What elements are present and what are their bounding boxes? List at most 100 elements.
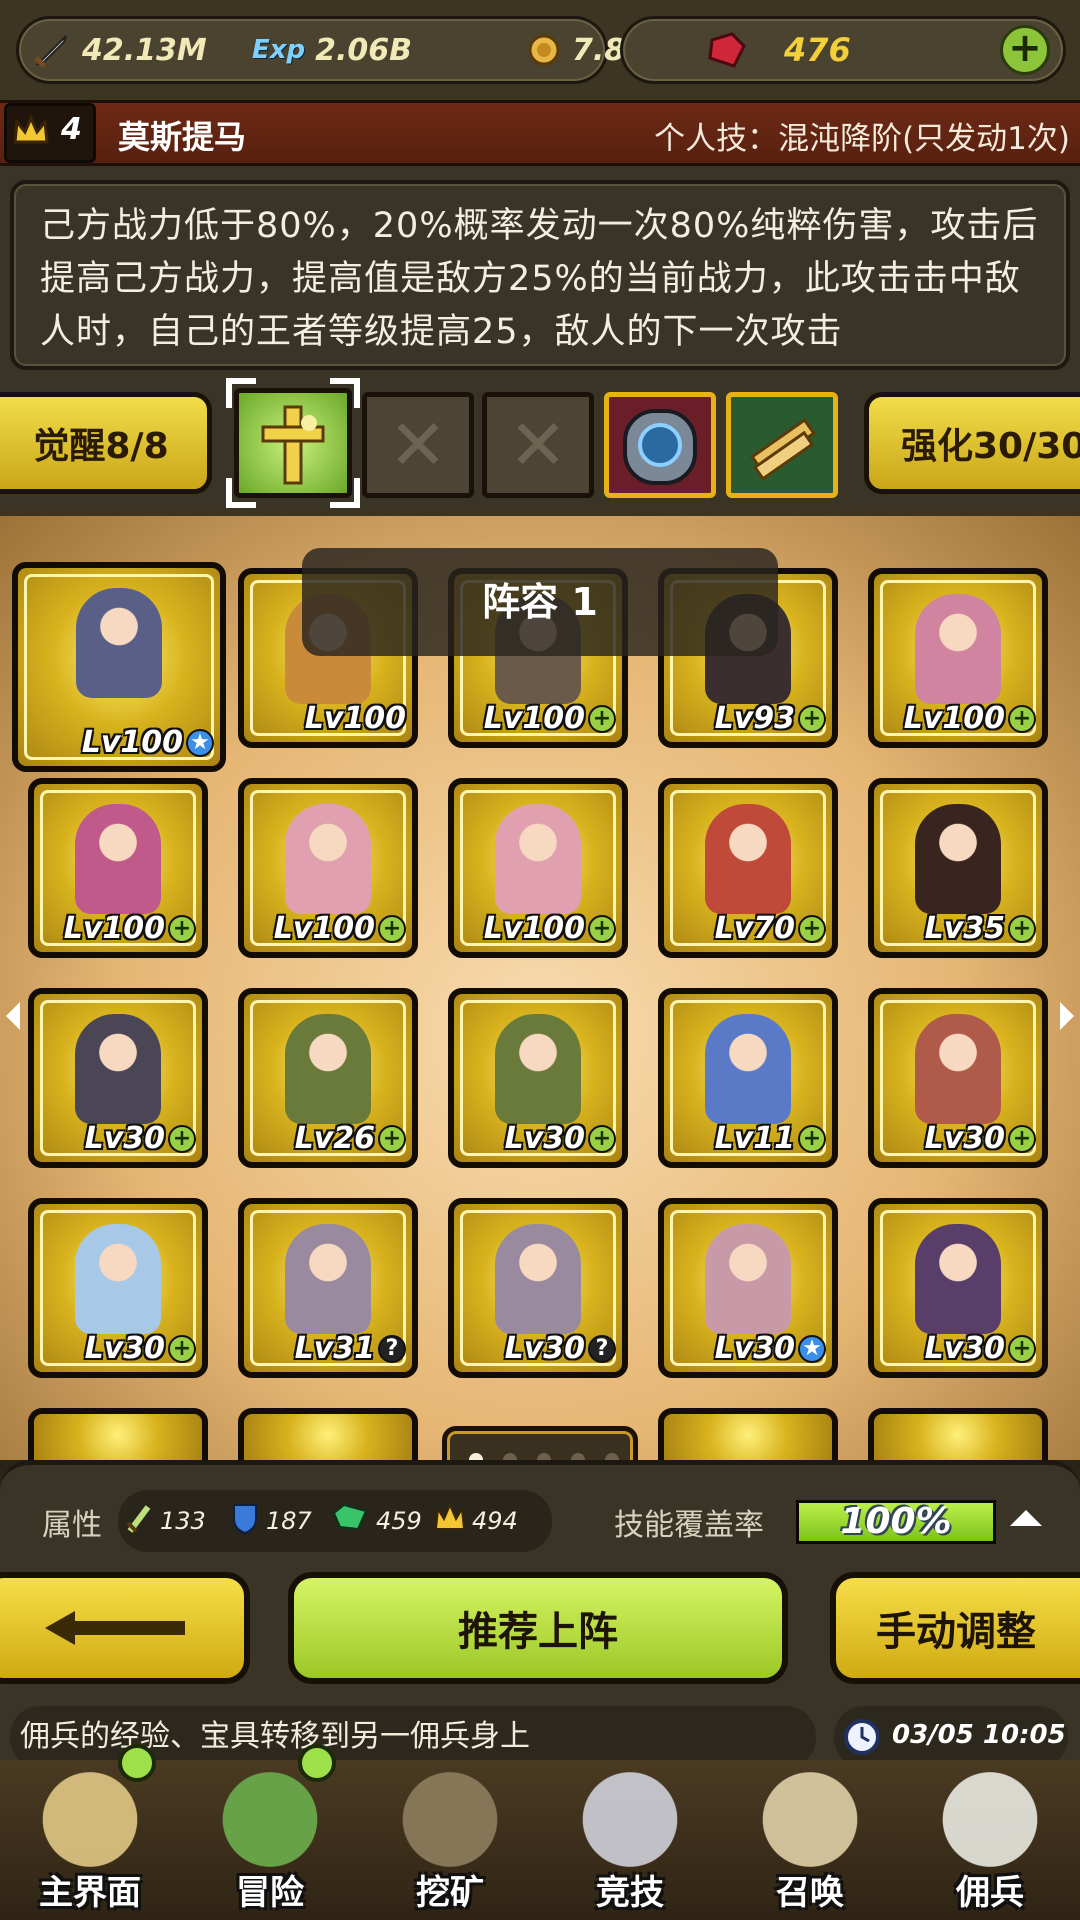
- mercenary-card[interactable]: Lv26 +: [238, 988, 418, 1168]
- mercenary-level: Lv70 +: [715, 911, 826, 946]
- mercenary-card-partial[interactable]: [658, 1408, 838, 1460]
- sword-stat-icon: [124, 1501, 154, 1541]
- previous-page-arrow[interactable]: [6, 1002, 20, 1030]
- upgrade-plus-icon: +: [168, 914, 196, 943]
- mercenary-card[interactable]: Lv100 +: [868, 568, 1048, 748]
- mercenary-portrait: [495, 1224, 581, 1334]
- skill-description-panel: 己方战力低于80%，20%概率发动一次80%纯粹伤害，攻击后提高己方战力，提高值…: [10, 180, 1070, 370]
- mercenary-portrait: [75, 1224, 161, 1334]
- sword-icon: [32, 30, 72, 70]
- mercenary-card[interactable]: Lv70 +: [658, 778, 838, 958]
- mercenary-card[interactable]: Lv30 +: [28, 1198, 208, 1378]
- skill-slot-portal[interactable]: [604, 392, 716, 498]
- nav-item[interactable]: 竞技: [540, 1760, 720, 1920]
- skill-slot-scroll[interactable]: [726, 392, 838, 498]
- level-text: Lv30: [924, 1121, 1005, 1156]
- upgrade-plus-icon: +: [588, 704, 616, 733]
- mercenary-card[interactable]: Lv30 +: [448, 988, 628, 1168]
- mercenary-portrait: [285, 1224, 371, 1334]
- mercenary-card[interactable]: Lv100 ★: [12, 562, 226, 772]
- hero-level-box: 4: [4, 103, 96, 163]
- notification-dot: [298, 1744, 336, 1782]
- recommend-button[interactable]: 推荐上阵: [288, 1572, 788, 1684]
- mercenary-portrait: [495, 1014, 581, 1124]
- nav-label: 主界面: [39, 1873, 141, 1913]
- mercenary-card[interactable]: Lv35 +: [868, 778, 1048, 958]
- mercenary-card[interactable]: Lv11 +: [658, 988, 838, 1168]
- mercenary-card[interactable]: Lv100 +: [238, 778, 418, 958]
- nav-item[interactable]: 召唤: [720, 1760, 900, 1920]
- pickaxe-icon: [390, 1770, 510, 1880]
- mercenary-level: Lv30 +: [85, 1331, 196, 1366]
- collapse-arrow-icon[interactable]: [1010, 1510, 1042, 1526]
- nav-item[interactable]: 佣兵: [900, 1760, 1080, 1920]
- hero-level: 4: [61, 112, 82, 147]
- mercenary-card[interactable]: Lv100 +: [28, 778, 208, 958]
- mercenary-level: Lv100 +: [274, 911, 406, 946]
- portal-gate-icon: [623, 409, 697, 485]
- level-text: Lv30: [84, 1331, 165, 1366]
- next-page-arrow[interactable]: [1060, 1002, 1074, 1030]
- emerald-icon: [330, 1503, 370, 1539]
- selection-corner: [226, 478, 256, 508]
- level-text: Lv11: [714, 1121, 795, 1156]
- question-badge-icon: ?: [378, 1334, 406, 1363]
- nav-item[interactable]: 挖矿: [360, 1760, 540, 1920]
- empty-skill-slot[interactable]: ✕: [362, 392, 474, 498]
- mercenary-card-partial[interactable]: [28, 1408, 208, 1460]
- attack-resource: 42.13M: [32, 16, 207, 84]
- mercenary-card[interactable]: Lv30 +: [868, 988, 1048, 1168]
- mercenary-card[interactable]: Lv30 +: [28, 988, 208, 1168]
- nav-item[interactable]: 主界面: [0, 1744, 180, 1920]
- level-text: Lv100: [63, 911, 165, 946]
- level-text: Lv30: [714, 1331, 795, 1366]
- awaken-tab[interactable]: 觉醒8/8: [0, 392, 212, 494]
- level-text: Lv26: [294, 1121, 375, 1156]
- mercenary-card[interactable]: Lv30?: [448, 1198, 628, 1378]
- gem-stat: 459: [330, 1490, 422, 1552]
- upgrade-plus-icon: +: [1008, 1334, 1036, 1363]
- clock-icon: [842, 1717, 882, 1761]
- upgrade-plus-icon: +: [1008, 1124, 1036, 1153]
- upgrade-plus-icon: +: [1008, 704, 1036, 733]
- mercenary-card-partial[interactable]: [238, 1408, 418, 1460]
- nav-item[interactable]: 冒险: [180, 1744, 360, 1920]
- mercenary-portrait: [75, 1014, 161, 1124]
- selection-corner: [226, 378, 256, 408]
- level-text: Lv100: [273, 911, 375, 946]
- add-gems-button[interactable]: +: [1000, 25, 1050, 75]
- mercenary-card[interactable]: Lv30 +: [868, 1198, 1048, 1378]
- upgrade-plus-icon: +: [168, 1334, 196, 1363]
- empty-skill-slot[interactable]: ✕: [482, 392, 594, 498]
- gold-coin-icon: [522, 30, 562, 70]
- mercenary-card[interactable]: Lv31?: [238, 1198, 418, 1378]
- crown-stat-icon: [434, 1502, 466, 1539]
- mercenary-level: Lv30 +: [925, 1331, 1036, 1366]
- selection-corner: [330, 378, 360, 408]
- nav-label: 召唤: [776, 1873, 844, 1913]
- upgrade-plus-icon: +: [588, 1124, 616, 1153]
- mercenary-level: Lv26 +: [295, 1121, 406, 1156]
- mercenary-level: Lv100 +: [484, 911, 616, 946]
- mercenary-portrait: [705, 1014, 791, 1124]
- level-text: Lv100: [903, 701, 1005, 736]
- mercenary-card-partial[interactable]: [868, 1408, 1048, 1460]
- skill-description: 己方战力低于80%，20%概率发动一次80%纯粹伤害，攻击后提高己方战力，提高值…: [40, 206, 1039, 352]
- skill-slot-selected[interactable]: [226, 378, 360, 508]
- mercenary-card[interactable]: Lv30 ★: [658, 1198, 838, 1378]
- enhance-tab[interactable]: 强化30/30: [864, 392, 1080, 494]
- mercenary-portrait: [285, 804, 371, 914]
- hero-name: 莫斯提马: [118, 118, 247, 156]
- back-button[interactable]: [0, 1572, 250, 1684]
- mercenary-level: Lv30 +: [85, 1121, 196, 1156]
- manual-adjust-button[interactable]: 手动调整: [830, 1572, 1080, 1684]
- upgrade-plus-icon: +: [1008, 914, 1036, 943]
- mercenary-card[interactable]: Lv100 +: [448, 778, 628, 958]
- level-text: Lv93: [714, 701, 795, 736]
- mercenary-level: Lv30 +: [925, 1121, 1036, 1156]
- nav-label: 冒险: [236, 1873, 304, 1913]
- upgrade-plus-icon: +: [798, 1124, 826, 1153]
- mercenary-portrait: [76, 588, 162, 698]
- level-text: Lv30: [504, 1121, 585, 1156]
- level-text: Lv100: [483, 701, 585, 736]
